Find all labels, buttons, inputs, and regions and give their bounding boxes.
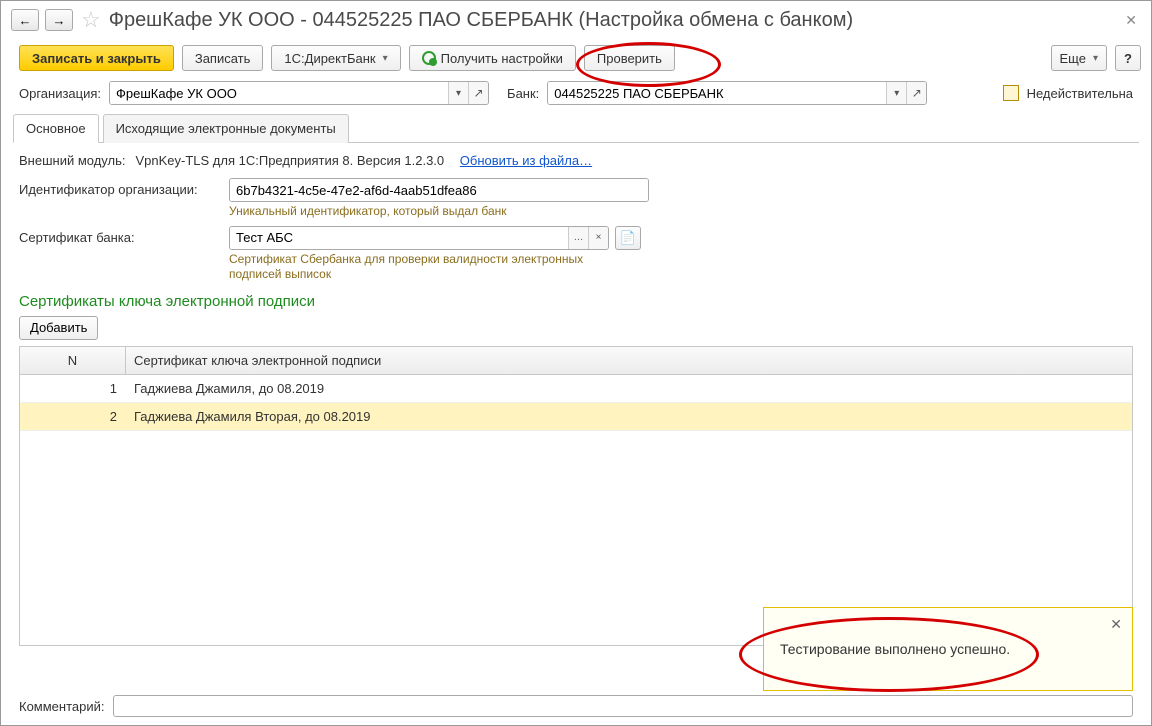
table-row[interactable]: 1 Гаджиева Джамиля, до 08.2019 bbox=[20, 375, 1132, 403]
window-title: ФрешКафе УК ООО - 044525225 ПАО СБЕРБАНК… bbox=[109, 9, 1116, 32]
bank-cert-select-icon[interactable]: … bbox=[568, 227, 588, 249]
directbank-label: 1С:ДиректБанк bbox=[284, 51, 375, 66]
forward-button[interactable]: → bbox=[45, 9, 73, 31]
toast-close-icon[interactable]: ✕ bbox=[1110, 616, 1122, 633]
get-settings-button[interactable]: Получить настройки bbox=[409, 45, 576, 71]
col-header-title[interactable]: Сертификат ключа электронной подписи bbox=[126, 347, 1132, 374]
org-open-icon[interactable]: ↗ bbox=[468, 82, 488, 104]
org-input[interactable] bbox=[110, 82, 448, 104]
org-id-input[interactable] bbox=[230, 179, 648, 201]
close-icon[interactable]: ✕ bbox=[1121, 12, 1141, 29]
invalid-checkbox[interactable] bbox=[1003, 85, 1019, 101]
org-dropdown-icon[interactable]: ▾ bbox=[448, 82, 468, 104]
col-header-n[interactable]: N bbox=[20, 347, 126, 374]
help-button[interactable]: ? bbox=[1115, 45, 1141, 71]
arrow-left-icon: ← bbox=[19, 13, 32, 28]
get-settings-label: Получить настройки bbox=[441, 51, 563, 66]
bank-input[interactable] bbox=[548, 82, 886, 104]
bank-dropdown-icon[interactable]: ▾ bbox=[886, 82, 906, 104]
chevron-down-icon: ▾ bbox=[383, 53, 388, 64]
certificate-doc-icon: 📄 bbox=[620, 230, 636, 246]
org-id-label: Идентификатор организации: bbox=[19, 178, 219, 197]
invalid-label: Недействительна bbox=[1027, 86, 1133, 101]
back-button[interactable]: ← bbox=[11, 9, 39, 31]
chevron-down-icon: ▾ bbox=[1093, 53, 1098, 64]
bank-label: Банк: bbox=[507, 86, 539, 101]
more-label: Еще bbox=[1060, 51, 1086, 66]
toast-text: Тестирование выполнено успешно. bbox=[780, 641, 1010, 657]
bank-open-icon[interactable]: ↗ bbox=[906, 82, 926, 104]
tab-outgoing-docs[interactable]: Исходящие электронные документы bbox=[103, 114, 349, 143]
comment-input[interactable] bbox=[113, 695, 1134, 717]
check-button[interactable]: Проверить bbox=[584, 45, 675, 71]
favorite-star-icon[interactable]: ☆ bbox=[81, 7, 101, 33]
external-module-value: VpnKey-TLS для 1С:Предприятия 8. Версия … bbox=[135, 153, 444, 168]
org-label: Организация: bbox=[19, 86, 101, 101]
external-module-label: Внешний модуль: bbox=[19, 153, 125, 168]
arrow-right-icon: → bbox=[53, 13, 66, 28]
bank-cert-view-button[interactable]: 📄 bbox=[615, 226, 641, 250]
org-id-hint: Уникальный идентификатор, который выдал … bbox=[229, 204, 659, 220]
bank-cert-input[interactable] bbox=[230, 227, 568, 249]
cell-title: Гаджиева Джамиля Вторая, до 08.2019 bbox=[126, 403, 1132, 430]
signature-certs-title: Сертификаты ключа электронной подписи bbox=[19, 293, 1133, 310]
bank-cert-hint: Сертификат Сбербанка для проверки валидн… bbox=[229, 252, 609, 283]
directbank-button[interactable]: 1С:ДиректБанк ▾ bbox=[271, 45, 400, 71]
save-button[interactable]: Записать bbox=[182, 45, 264, 71]
cell-title: Гаджиева Джамиля, до 08.2019 bbox=[126, 375, 1132, 402]
table-row[interactable]: 2 Гаджиева Джамиля Вторая, до 08.2019 bbox=[20, 403, 1132, 431]
more-button[interactable]: Еще ▾ bbox=[1051, 45, 1107, 71]
comment-label: Комментарий: bbox=[19, 699, 105, 714]
toast-success: Тестирование выполнено успешно. ✕ bbox=[763, 607, 1133, 691]
bank-cert-label: Сертификат банка: bbox=[19, 226, 219, 245]
tab-main[interactable]: Основное bbox=[13, 114, 99, 143]
add-cert-button[interactable]: Добавить bbox=[19, 316, 98, 340]
cell-n: 2 bbox=[20, 403, 126, 430]
refresh-settings-icon bbox=[422, 51, 436, 65]
save-and-close-button[interactable]: Записать и закрыть bbox=[19, 45, 174, 71]
bank-cert-clear-icon[interactable]: × bbox=[588, 227, 608, 249]
cell-n: 1 bbox=[20, 375, 126, 402]
certs-table: N Сертификат ключа электронной подписи 1… bbox=[19, 346, 1133, 646]
update-from-file-link[interactable]: Обновить из файла… bbox=[460, 153, 592, 168]
